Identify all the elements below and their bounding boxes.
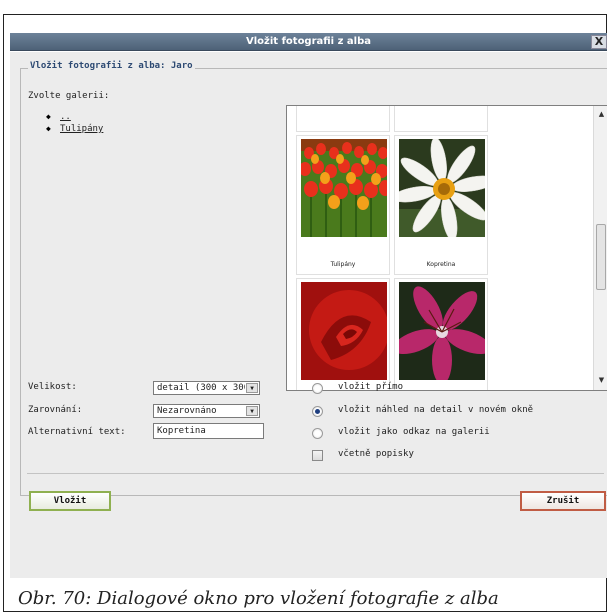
align-select-value: Nezarovnáno [157,406,217,416]
insert-button[interactable]: Vložit [29,491,111,511]
insert-direct-label[interactable]: vložit přímo [338,382,403,392]
alt-text-label: Alternativní text: [28,427,126,437]
align-label: Zarovnání: [28,405,83,415]
scroll-down-icon[interactable]: ▼ [597,376,606,385]
preview-scrollbar[interactable]: ▲ ▼ [593,106,607,390]
photo-caption: Tulipány [330,261,356,268]
daisy-photo [399,139,485,237]
dialog-title: Vložit fotografii z alba [246,36,371,47]
gallery-item-tulipany[interactable]: ◆ Tulipány [46,123,103,135]
insert-preview-radio[interactable] [312,406,323,417]
gallery-link-parent[interactable]: .. [60,112,71,122]
chevron-down-icon[interactable]: ▼ [246,383,258,393]
insert-preview-label[interactable]: vložit náhled na detail v novém okně [338,405,533,415]
photo-thumb-rose[interactable] [296,278,390,390]
bullet-icon: ◆ [46,124,51,133]
photo-thumb-partial[interactable] [394,106,488,132]
close-icon[interactable]: X [591,35,607,49]
choose-gallery-label: Zvolte galerii: [28,91,110,101]
size-select-value: detail (300 x 300) [157,383,245,393]
bullet-icon: ◆ [46,112,51,121]
divider [27,473,604,474]
insert-photo-dialog: Vložit fotografii z alba X Vložit fotogr… [10,33,607,578]
photo-thumb-kopretina[interactable]: Kopretina [394,135,488,275]
figure-caption: Obr. 70: Dialogové okno pro vložení foto… [18,588,499,609]
dialog-titlebar[interactable]: Vložit fotografii z alba X [10,33,607,51]
include-caption-label[interactable]: včetně popisky [338,449,414,459]
scrollbar-thumb[interactable] [596,224,606,290]
photo-caption: Kopretina [426,261,456,268]
size-select[interactable]: detail (300 x 300) ▼ [153,381,260,395]
alt-text-input[interactable]: Kopretina [153,423,264,439]
photo-preview-panel[interactable]: Tulipány Kopretina ▲ ▼ [286,105,607,391]
insert-link-radio[interactable] [312,428,323,439]
size-label: Velikost: [28,382,77,392]
include-caption-checkbox[interactable] [312,450,323,461]
gallery-item-parent[interactable]: ◆ .. [46,111,103,123]
gallery-list: ◆ .. ◆ Tulipány [46,111,103,135]
lily-photo [399,282,485,380]
dialog-body: Vložit fotografii z alba: Jaro Zvolte ga… [10,52,607,578]
fieldset-legend: Vložit fotografii z alba: Jaro [28,61,195,71]
insert-link-label[interactable]: vložit jako odkaz na galerii [338,427,490,437]
tulips-photo [301,139,387,237]
insert-direct-radio[interactable] [312,383,323,394]
photo-thumb-partial[interactable] [296,106,390,132]
chevron-down-icon[interactable]: ▼ [246,406,258,416]
align-select[interactable]: Nezarovnáno ▼ [153,404,260,418]
scroll-up-icon[interactable]: ▲ [597,110,606,119]
cancel-button[interactable]: Zrušit [520,491,606,511]
gallery-link-tulipany[interactable]: Tulipány [60,124,103,134]
photo-thumb-lily[interactable] [394,278,488,390]
photo-thumb-tulipany[interactable]: Tulipány [296,135,390,275]
rose-photo [301,282,387,380]
